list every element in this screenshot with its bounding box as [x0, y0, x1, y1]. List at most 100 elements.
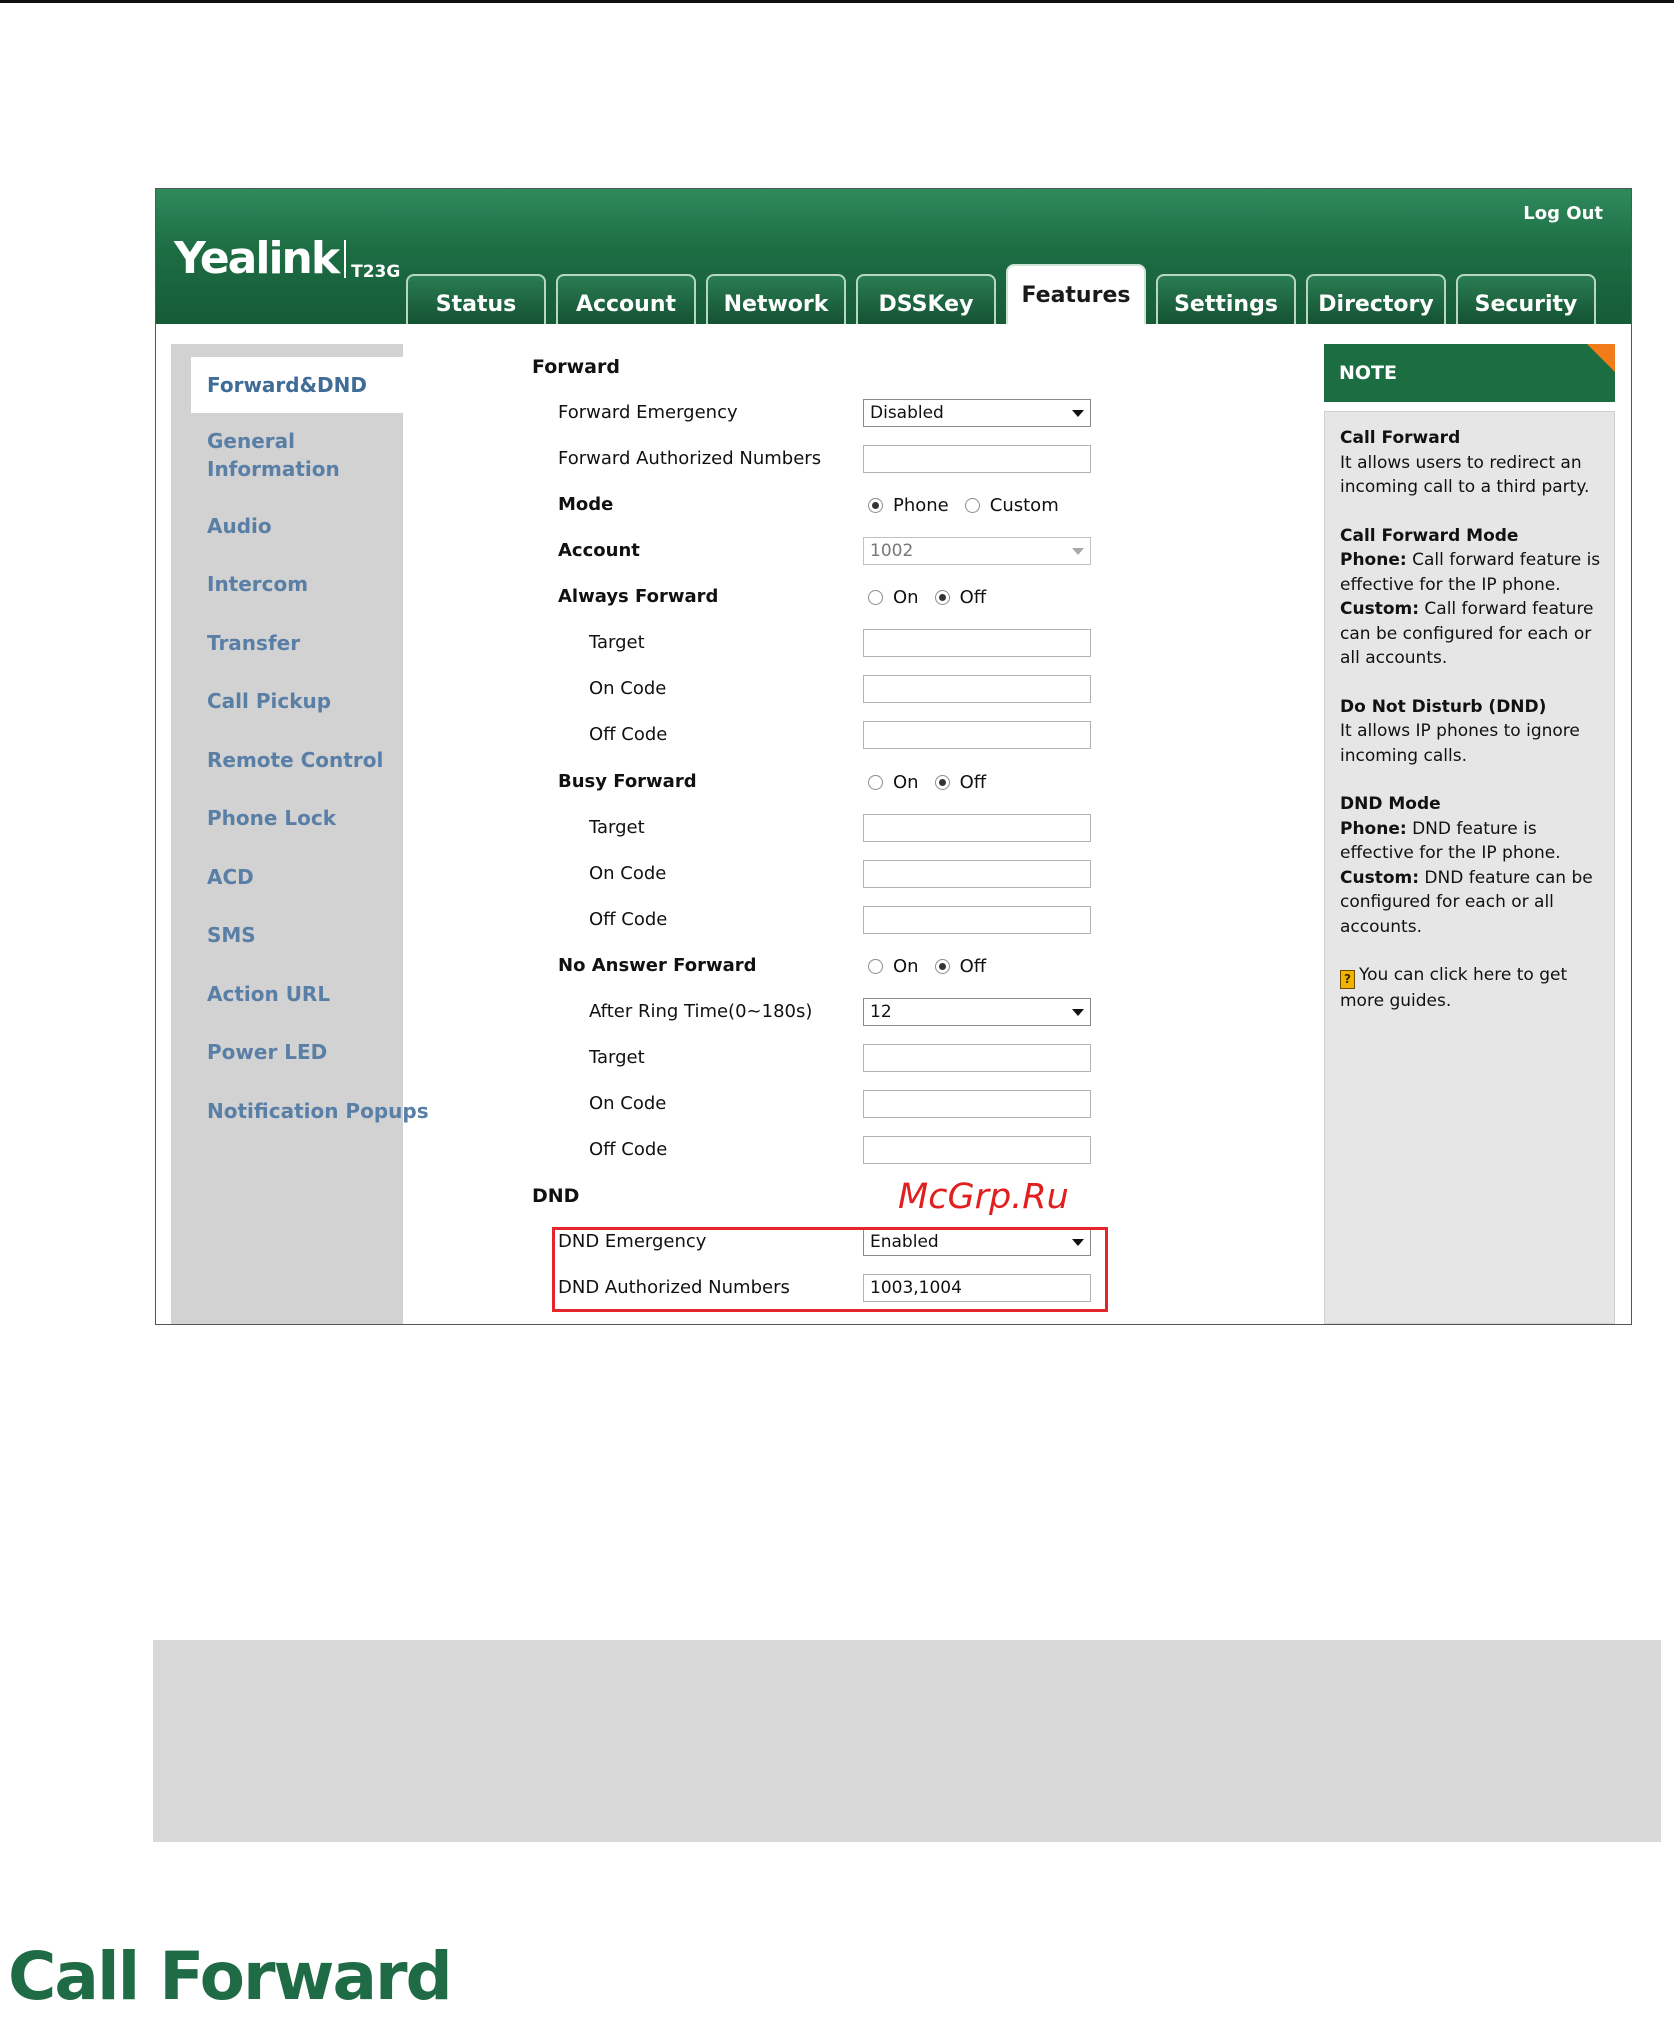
- note-guide-link[interactable]: ? You can click here to get more guides.: [1340, 963, 1604, 1014]
- tab-account[interactable]: Account: [556, 274, 696, 324]
- note-call-forward: Call Forward It allows users to redirect…: [1340, 426, 1604, 500]
- note-cf-custom-label: Custom:: [1340, 599, 1420, 619]
- web-ui-screenshot: Yealink T23G Log Out Status Account Netwo…: [155, 188, 1632, 1325]
- always-forward-label: Always Forward: [558, 586, 719, 607]
- note-dnd-text: It allows IP phones to ignore incoming c…: [1340, 721, 1580, 766]
- sidebar-item-transfer[interactable]: Transfer: [171, 629, 403, 657]
- always-off-code-label: Off Code: [589, 724, 668, 745]
- busy-target-input[interactable]: [863, 814, 1091, 842]
- account-select[interactable]: 1002: [863, 537, 1091, 565]
- busy-on-code-label: On Code: [589, 863, 667, 884]
- main-tabs: Status Account Network DSSKey Features S…: [406, 264, 1606, 324]
- no-answer-on-code-input[interactable]: [863, 1090, 1091, 1118]
- busy-off-code-label: Off Code: [589, 909, 668, 930]
- forward-section-title: Forward: [532, 356, 620, 378]
- note-title: NOTE: [1339, 362, 1397, 384]
- mode-phone-label: Phone: [893, 495, 949, 516]
- sidebar-item-forward-dnd[interactable]: Forward&DND: [191, 357, 403, 413]
- forward-emergency-select[interactable]: Disabled: [863, 399, 1091, 427]
- no-answer-forward-on-radio[interactable]: [868, 959, 883, 974]
- logo-divider: [344, 239, 347, 278]
- no-answer-forward-on-label: On: [893, 956, 919, 977]
- busy-forward-on-radio[interactable]: [868, 775, 883, 790]
- tab-security[interactable]: Security: [1456, 274, 1596, 324]
- tab-network[interactable]: Network: [706, 274, 846, 324]
- no-answer-forward-radio-group: On Off: [868, 956, 1002, 977]
- mode-label: Mode: [558, 494, 614, 515]
- sidebar-item-sms[interactable]: SMS: [171, 921, 403, 949]
- account-value: 1002: [870, 541, 914, 561]
- dnd-section-title: DND: [532, 1185, 580, 1207]
- brand-name: Yealink: [174, 233, 340, 284]
- brand-logo: Yealink T23G: [174, 233, 400, 284]
- no-answer-forward-label: No Answer Forward: [558, 955, 757, 976]
- phone-model: T23G: [351, 262, 401, 282]
- note-corner-icon: [1587, 344, 1615, 372]
- sidebar-item-power-led[interactable]: Power LED: [171, 1038, 403, 1066]
- busy-forward-off-label: Off: [959, 772, 987, 793]
- sidebar-item-remote-control[interactable]: Remote Control: [171, 746, 403, 774]
- note-guide-text: You can click here to get more guides.: [1340, 965, 1568, 1011]
- busy-off-code-input[interactable]: [863, 906, 1091, 934]
- watermark: McGrp.Ru: [898, 1177, 1069, 1217]
- busy-forward-off-radio[interactable]: [934, 775, 950, 790]
- note-panel: Call Forward It allows users to redirect…: [1324, 411, 1615, 1324]
- always-forward-off-radio[interactable]: [934, 590, 950, 605]
- always-target-label: Target: [589, 632, 645, 653]
- no-answer-forward-off-label: Off: [959, 956, 987, 977]
- note-call-forward-text: It allows users to redirect an incoming …: [1340, 452, 1590, 498]
- sidebar-item-general-information[interactable]: General Information: [171, 427, 361, 483]
- no-answer-on-code-label: On Code: [589, 1093, 667, 1114]
- sidebar-item-audio[interactable]: Audio: [171, 512, 403, 540]
- always-forward-off-label: Off: [959, 587, 987, 608]
- no-answer-target-input[interactable]: [863, 1044, 1091, 1072]
- mode-phone-radio[interactable]: [868, 498, 883, 513]
- no-answer-off-code-label: Off Code: [589, 1139, 668, 1160]
- guide-book-icon: ?: [1340, 970, 1355, 989]
- always-forward-on-radio[interactable]: [868, 590, 883, 605]
- chevron-down-icon: [1072, 1009, 1084, 1016]
- mode-custom-radio[interactable]: [964, 498, 980, 513]
- no-answer-forward-off-radio[interactable]: [934, 959, 950, 974]
- busy-forward-radio-group: On Off: [868, 772, 1002, 793]
- always-forward-on-label: On: [893, 587, 919, 608]
- sidebar-item-intercom[interactable]: Intercom: [171, 570, 403, 598]
- page-heading: Call Forward: [8, 1938, 453, 2015]
- tab-settings[interactable]: Settings: [1156, 274, 1296, 324]
- busy-forward-label: Busy Forward: [558, 771, 697, 792]
- tab-features[interactable]: Features: [1006, 264, 1146, 324]
- tab-directory[interactable]: Directory: [1306, 274, 1446, 324]
- note-dnd-custom-label: Custom:: [1340, 867, 1420, 888]
- ring-time-select[interactable]: 12: [863, 998, 1091, 1026]
- note-call-forward-title: Call Forward: [1340, 428, 1461, 448]
- header-bar: Yealink T23G Log Out Status Account Netwo…: [156, 189, 1631, 324]
- forward-authorized-label: Forward Authorized Numbers: [558, 448, 822, 469]
- sidebar-item-action-url[interactable]: Action URL: [171, 980, 403, 1008]
- forward-authorized-input[interactable]: [863, 445, 1091, 473]
- ring-time-value: 12: [870, 1002, 892, 1022]
- ring-time-label: After Ring Time(0~180s): [589, 1001, 813, 1022]
- tab-status[interactable]: Status: [406, 274, 546, 324]
- sidebar-item-phone-lock[interactable]: Phone Lock: [171, 804, 403, 832]
- sidebar-item-notification-popups[interactable]: Notification Popups: [171, 1097, 429, 1125]
- no-answer-target-label: Target: [589, 1047, 645, 1068]
- always-target-input[interactable]: [863, 629, 1091, 657]
- sidebar-item-acd[interactable]: ACD: [171, 863, 403, 891]
- note-cf-mode: Call Forward Mode Phone: Call forward fe…: [1340, 524, 1604, 671]
- chevron-down-icon: [1072, 548, 1084, 555]
- no-answer-off-code-input[interactable]: [863, 1136, 1091, 1164]
- note-dnd-mode-title: DND Mode: [1340, 794, 1441, 814]
- sidebar: Forward&DND General Information Audio In…: [171, 344, 429, 1324]
- note-placeholder-box: [153, 1640, 1661, 1842]
- note-dnd: Do Not Disturb (DND) It allows IP phones…: [1340, 695, 1604, 769]
- tab-dsskey[interactable]: DSSKey: [856, 274, 996, 324]
- note-cf-mode-title: Call Forward Mode: [1340, 525, 1519, 546]
- always-off-code-input[interactable]: [863, 721, 1091, 749]
- sidebar-item-call-pickup[interactable]: Call Pickup: [171, 687, 403, 715]
- account-label: Account: [558, 540, 640, 561]
- note-dnd-phone-label: Phone:: [1340, 818, 1407, 839]
- chevron-down-icon: [1072, 410, 1084, 417]
- always-on-code-input[interactable]: [863, 675, 1091, 703]
- logout-link[interactable]: Log Out: [1523, 203, 1603, 224]
- busy-on-code-input[interactable]: [863, 860, 1091, 888]
